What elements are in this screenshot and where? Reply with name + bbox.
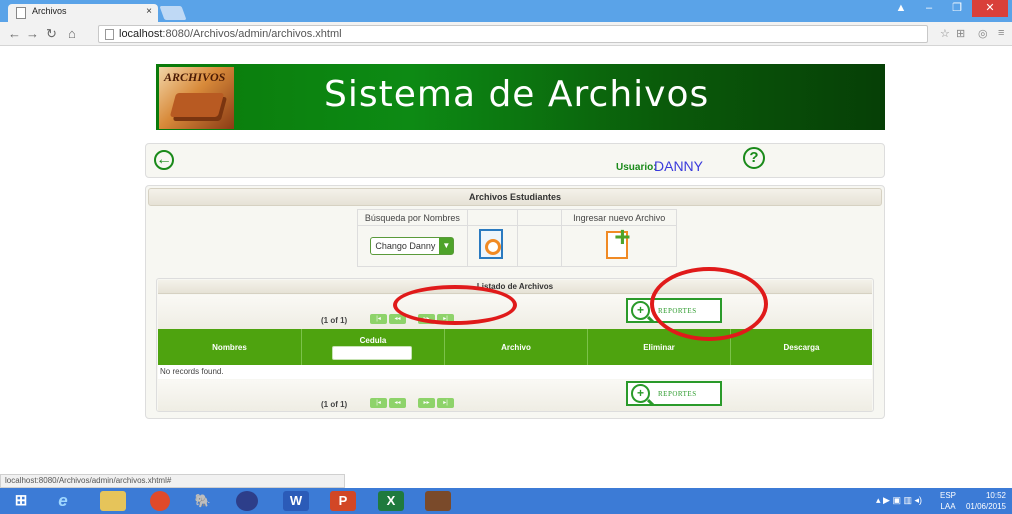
annotation-ring <box>650 267 768 341</box>
reports-label: REPORTES <box>658 390 697 398</box>
column-cedula[interactable]: Cedula <box>302 329 445 365</box>
reload-icon[interactable]: ↻ <box>46 26 57 42</box>
next-page-button[interactable]: ▸▸ <box>418 398 435 408</box>
name-select-value: Chango Danny <box>375 241 436 251</box>
pagination-buttons: |◂ ◂◂ ▸▸ ▸| <box>370 398 454 408</box>
page-icon <box>16 7 26 19</box>
chrome-icon[interactable] <box>150 491 170 511</box>
back-circle-icon[interactable]: ← <box>154 150 174 170</box>
file-explorer-icon[interactable] <box>100 491 126 511</box>
browser-tab[interactable]: Archivos × <box>8 4 158 22</box>
logo-text: ARCHIVOS <box>164 70 226 84</box>
window-controls: ▲ – ❐ ✕ <box>888 0 1008 18</box>
user-icon[interactable]: ▲ <box>888 0 914 17</box>
column-nombres[interactable]: Nombres <box>158 329 302 365</box>
eclipse-icon[interactable] <box>236 491 258 511</box>
clock[interactable]: 10:52 01/06/2015 <box>966 490 1006 512</box>
tab-title: Archivos <box>32 6 67 16</box>
panel-title: Archivos Estudiantes <box>148 188 882 206</box>
banner-title: Sistema de Archivos <box>324 74 710 115</box>
internet-explorer-icon[interactable]: e <box>50 491 76 511</box>
cedula-label: Cedula <box>359 336 387 345</box>
name-select[interactable]: Chango Danny ▼ <box>370 237 455 255</box>
word-icon[interactable]: W <box>283 491 309 511</box>
page-info: (1 of 1) <box>321 316 348 325</box>
restore-icon[interactable]: ❐ <box>944 0 970 17</box>
taskbar: ⊞ e 🐘 W P X ▴ ▶ ▣ ▥ ◂) ESP LAA 10:52 01/… <box>0 488 1012 514</box>
new-tab-button[interactable] <box>159 6 187 20</box>
document-icon <box>105 29 114 40</box>
reports-button[interactable]: + REPORTES <box>626 381 722 406</box>
column-archivo[interactable]: Archivo <box>445 329 588 365</box>
prev-page-button[interactable]: ◂◂ <box>389 398 406 408</box>
star-icon[interactable]: ☆ <box>940 27 950 40</box>
user-name: DANNY <box>654 158 704 174</box>
last-page-button[interactable]: ▸| <box>437 398 454 408</box>
search-file-icon[interactable] <box>475 227 509 263</box>
header-banner: ARCHIVOS Sistema de Archivos <box>156 64 885 130</box>
app-icon[interactable] <box>425 491 451 511</box>
menu-icon[interactable]: ≡ <box>998 27 1004 39</box>
search-header: Búsqueda por Nombres <box>357 209 468 226</box>
user-label: Usuario: <box>616 162 657 173</box>
column-descarga[interactable]: Descarga <box>731 329 872 365</box>
language-indicator[interactable]: ESP LAA <box>940 490 956 512</box>
translate-icon[interactable]: ⊞ <box>956 27 965 40</box>
folder-icon <box>169 93 225 117</box>
search-grid: Búsqueda por Nombres Ingresar nuevo Arch… <box>357 209 677 267</box>
windows-start-icon[interactable]: ⊞ <box>8 491 34 511</box>
add-file-icon[interactable]: + <box>602 223 636 263</box>
extension-icon[interactable]: ◎ <box>978 27 988 40</box>
status-bar: localhost:8080/Archivos/admin/archivos.x… <box>0 474 345 488</box>
close-window-icon[interactable]: ✕ <box>972 0 1008 17</box>
browser-tab-bar: Archivos × ▲ – ❐ ✕ <box>0 0 1012 22</box>
paginator-bottom: (1 of 1) |◂ ◂◂ ▸▸ ▸| + REPORTES <box>158 380 872 411</box>
excel-icon[interactable]: X <box>378 491 404 511</box>
table-header: Nombres Cedula Archivo Eliminar Descarga <box>158 329 872 365</box>
url-input[interactable]: localhost:8080/Archivos/admin/archivos.x… <box>98 25 928 43</box>
tab-close-icon[interactable]: × <box>146 6 152 17</box>
chevron-down-icon[interactable]: ▼ <box>439 238 454 254</box>
zoom-in-icon: + <box>631 384 650 403</box>
help-icon[interactable]: ? <box>743 147 765 169</box>
first-page-button[interactable]: |◂ <box>370 398 387 408</box>
user-bar: ← Usuario: DANNY ? <box>145 143 885 178</box>
annotation-ring <box>393 285 517 325</box>
cedula-filter-input[interactable] <box>332 346 412 360</box>
url-path: :8080/Archivos/admin/archivos.xhtml <box>162 28 342 40</box>
zoom-in-icon: + <box>631 301 650 320</box>
minimize-icon[interactable]: – <box>916 0 942 17</box>
address-bar: ← → ↻ ⌂ localhost:8080/Archivos/admin/ar… <box>0 22 1012 46</box>
archivos-logo: ARCHIVOS <box>159 67 234 129</box>
back-arrow-icon[interactable]: ← <box>8 26 21 41</box>
home-icon[interactable]: ⌂ <box>68 26 76 41</box>
forward-arrow-icon[interactable]: → <box>26 26 39 41</box>
first-page-button[interactable]: |◂ <box>370 314 387 324</box>
system-tray-icons[interactable]: ▴ ▶ ▣ ▥ ◂) <box>876 495 922 506</box>
url-host: localhost <box>119 28 163 40</box>
empty-message: No records found. <box>158 365 872 379</box>
page-info: (1 of 1) <box>321 400 348 409</box>
powerpoint-icon[interactable]: P <box>330 491 356 511</box>
postgres-icon[interactable]: 🐘 <box>190 491 216 511</box>
